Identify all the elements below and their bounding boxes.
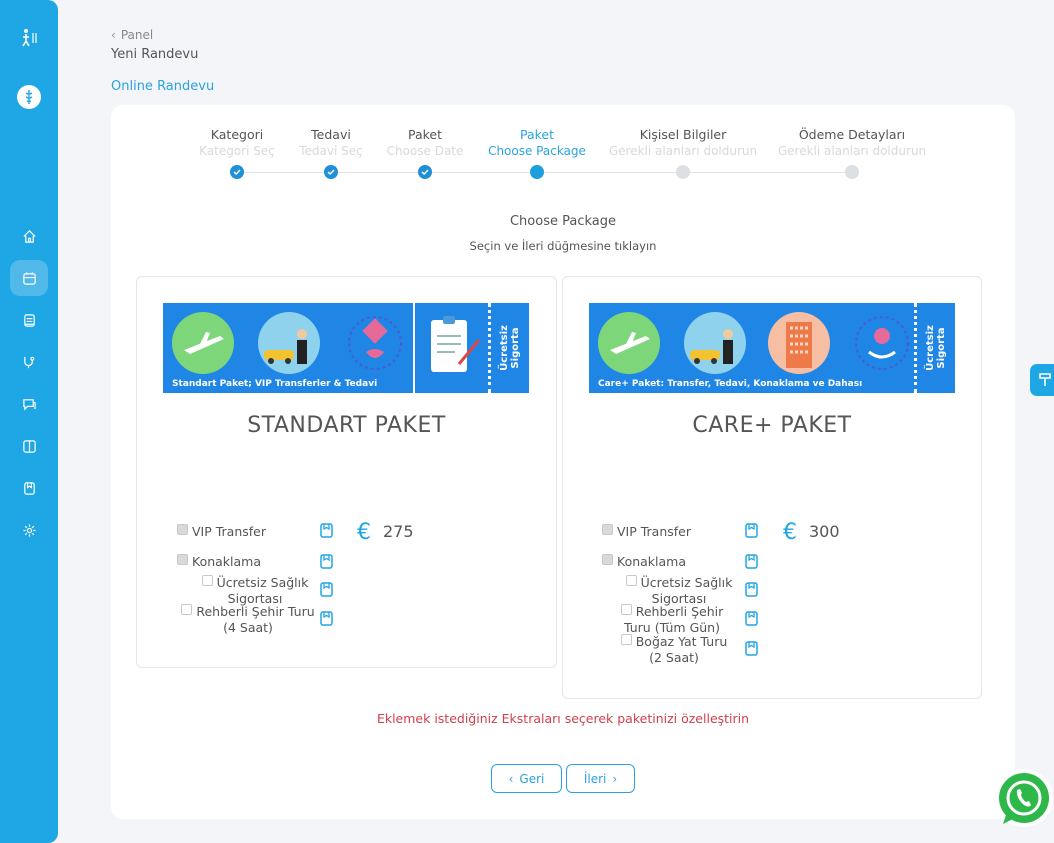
checkbox[interactable]: [620, 634, 632, 645]
main-card: Kategori Kategori Seç Tedavi Tedavi Seç …: [111, 105, 1015, 819]
sidebar-item-documents[interactable]: [10, 302, 48, 338]
step-check-icon: [418, 165, 432, 179]
brush-icon: [1039, 373, 1051, 386]
info-bookmark-icon[interactable]: [320, 523, 333, 538]
option-health-insurance[interactable]: Ücretsiz Sağlık Sigortası: [197, 575, 313, 607]
banner-caption: Care+ Paket: Transfer, Tedavi, Konaklama…: [598, 379, 863, 389]
vip-car-illustration: [258, 312, 320, 374]
sidebar-item-library[interactable]: [10, 428, 48, 464]
calendar-icon: [22, 271, 36, 285]
chat-icon: [22, 398, 36, 411]
info-bookmark-icon[interactable]: [320, 611, 333, 626]
free-insurance-tag: Ücretsiz Sigorta: [488, 303, 529, 393]
package-price: €300: [783, 520, 840, 545]
package-banner: Care+ Paket: Transfer, Tedavi, Konaklama…: [589, 303, 955, 393]
euro-icon: €: [783, 520, 797, 545]
info-bookmark-icon[interactable]: [745, 611, 758, 626]
insurance-form-illustration: [421, 312, 483, 374]
info-bookmark-icon[interactable]: [745, 641, 758, 656]
step-personal-info: Kişisel Bilgiler Gerekli alanları doldur…: [608, 127, 758, 158]
page-title: Yeni Randevu: [111, 47, 199, 62]
package-banner: Standart Paket; VIP Transferler & Tedavi…: [163, 303, 529, 393]
extras-note: Eklemek istediğiniz Ekstraları seçerek p…: [376, 711, 750, 726]
sidebar: [0, 0, 58, 843]
banner-divider: [413, 303, 415, 393]
option-accommodation[interactable]: Konaklama: [602, 554, 686, 570]
gear-icon: [22, 523, 36, 537]
chevron-left-icon: ‹: [508, 771, 514, 786]
breadcrumb[interactable]: ‹ Panel: [111, 28, 153, 42]
checkbox[interactable]: [181, 604, 193, 615]
info-bookmark-icon[interactable]: [745, 523, 758, 538]
plane-illustration: [598, 312, 660, 374]
floating-tool-tab[interactable]: [1030, 364, 1054, 396]
checkbox[interactable]: [201, 575, 213, 586]
plane-illustration: [172, 312, 234, 374]
avatar[interactable]: [17, 85, 41, 109]
chevron-right-icon: ›: [612, 771, 618, 786]
sidebar-item-treatments[interactable]: [10, 344, 48, 380]
section-title: Online Randevu: [111, 79, 215, 94]
document-icon: [23, 313, 35, 327]
breadcrumb-label: Panel: [120, 28, 154, 42]
package-card-standard[interactable]: Standart Paket; VIP Transferler & Tedavi…: [136, 276, 557, 668]
chevron-left-icon: ‹: [111, 28, 116, 42]
package-price: €275: [357, 520, 414, 545]
step-payment: Ödeme Detayları Gerekli alanları dolduru…: [777, 127, 927, 158]
sidebar-item-saved[interactable]: [10, 470, 48, 506]
checkbox[interactable]: [602, 524, 613, 535]
content-subtitle: Seçin ve İleri düğmesine tıklayın: [469, 239, 657, 253]
option-city-tour[interactable]: Rehberli Şehir Turu (4 Saat): [177, 604, 319, 636]
package-name: CARE+ PAKET: [692, 413, 852, 438]
option-yacht-tour[interactable]: Boğaz Yat Turu (2 Saat): [613, 634, 735, 666]
vip-car-illustration: [684, 312, 746, 374]
next-button[interactable]: İleri ›: [566, 764, 635, 793]
step-check-icon: [324, 165, 338, 179]
sidebar-item-settings[interactable]: [10, 512, 48, 548]
home-icon: [22, 229, 36, 243]
book-icon: [22, 439, 36, 453]
content-title: Choose Package: [509, 214, 616, 229]
sidebar-item-messages[interactable]: [10, 386, 48, 422]
treatment-illustration: [344, 312, 406, 374]
step-check-icon: [230, 165, 244, 179]
step-current-dot: [530, 165, 544, 179]
option-health-insurance[interactable]: Ücretsiz Sağlık Sigortası: [621, 575, 737, 607]
checkbox[interactable]: [177, 524, 188, 535]
step-package: Paket Choose Package: [488, 127, 586, 158]
free-insurance-tag: Ücretsiz Sigorta: [914, 303, 955, 393]
checkbox[interactable]: [620, 604, 632, 615]
option-city-tour[interactable]: Rehberli Şehir Turu (Tüm Gün): [607, 604, 737, 636]
package-name: STANDART PAKET: [247, 413, 446, 438]
option-vip-transfer[interactable]: VIP Transfer: [602, 524, 691, 540]
whatsapp-icon[interactable]: [993, 768, 1054, 830]
checkbox[interactable]: [602, 554, 613, 565]
checkbox[interactable]: [625, 575, 637, 586]
step-pending-dot: [676, 165, 690, 179]
euro-icon: €: [357, 520, 371, 545]
info-bookmark-icon[interactable]: [320, 582, 333, 597]
hotel-illustration: [768, 312, 830, 374]
option-vip-transfer[interactable]: VIP Transfer: [177, 524, 266, 540]
info-bookmark-icon[interactable]: [745, 554, 758, 569]
step-pending-dot: [845, 165, 859, 179]
app-logo[interactable]: [14, 28, 44, 52]
care-illustration: [851, 312, 913, 374]
sidebar-item-appointments[interactable]: [10, 260, 48, 296]
stepper: Kategori Kategori Seç Tedavi Tedavi Seç …: [111, 105, 1015, 195]
back-button[interactable]: ‹ Geri: [491, 764, 562, 793]
banner-caption: Standart Paket; VIP Transferler & Tedavi: [172, 379, 378, 389]
sidebar-item-home[interactable]: [10, 218, 48, 254]
checkbox[interactable]: [177, 554, 188, 565]
bookmark-icon: [23, 481, 35, 495]
option-accommodation[interactable]: Konaklama: [177, 554, 261, 570]
info-bookmark-icon[interactable]: [745, 582, 758, 597]
stethoscope-icon: [23, 356, 34, 368]
info-bookmark-icon[interactable]: [320, 554, 333, 569]
package-card-care-plus[interactable]: Care+ Paket: Transfer, Tedavi, Konaklama…: [562, 276, 982, 699]
